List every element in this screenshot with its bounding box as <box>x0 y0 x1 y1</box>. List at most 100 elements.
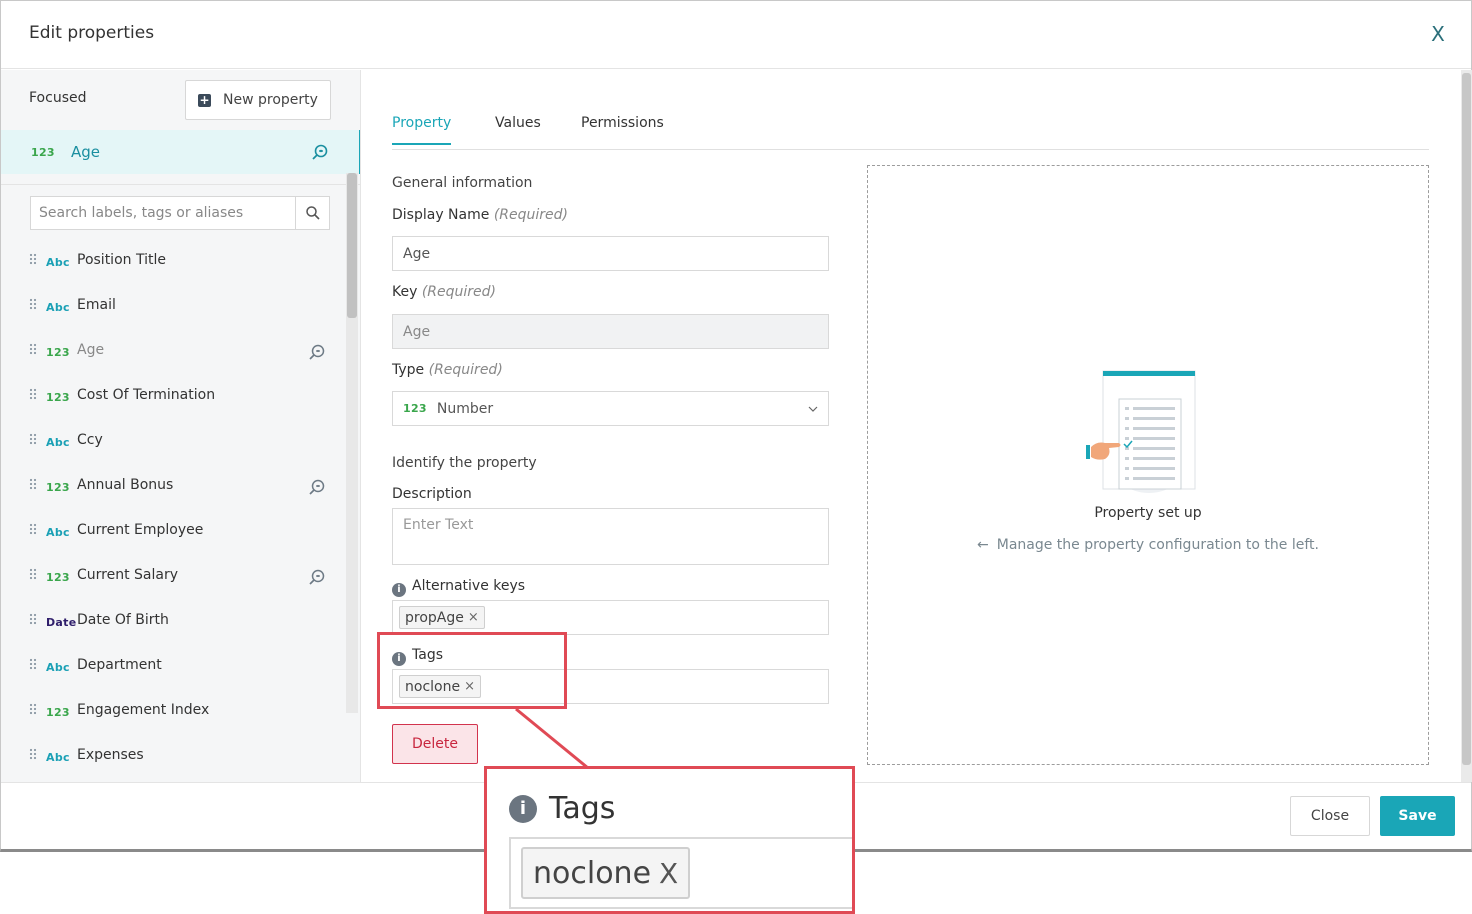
callout-tags-label-text: Tags <box>549 791 616 826</box>
alt-key-chip-label: propAge <box>405 609 464 626</box>
text-type-icon: Abc <box>46 661 70 674</box>
panel-divider <box>1 184 360 185</box>
type-value: Number <box>436 400 494 417</box>
edit-properties-modal: Edit properties X Focused + New property… <box>0 0 1472 852</box>
number-type-icon: 123 <box>46 706 70 719</box>
list-scrollbar-thumb[interactable] <box>347 173 357 318</box>
property-name: Annual Bonus <box>77 477 174 493</box>
new-property-button[interactable]: + New property <box>185 80 331 120</box>
search-button[interactable] <box>295 197 329 229</box>
description-label: Description <box>392 486 472 502</box>
drag-handle-icon[interactable] <box>29 433 37 445</box>
number-type-icon: 123 <box>46 481 70 494</box>
property-tabs: Property Values Permissions <box>392 109 1429 150</box>
callout-tags-label: i Tags <box>509 791 615 826</box>
alt-keys-label: i Alternative keys <box>392 578 525 597</box>
property-name: Engagement Index <box>77 702 210 718</box>
property-list-item[interactable]: Abc Current Employee <box>1 509 341 554</box>
display-name-label-text: Display Name <box>392 207 490 223</box>
identify-title: Identify the property <box>392 455 537 471</box>
key-input: Age <box>392 314 829 349</box>
key-label: Key (Required) <box>392 284 496 300</box>
alt-keys-label-text: Alternative keys <box>412 578 526 594</box>
key-label-text: Key <box>392 284 418 300</box>
setup-title: Property set up <box>1094 505 1202 521</box>
drag-handle-icon[interactable] <box>29 343 37 355</box>
text-type-icon: Abc <box>46 301 70 314</box>
drag-handle-icon[interactable] <box>29 748 37 760</box>
property-list-item[interactable]: Abc Position Title <box>1 239 341 284</box>
zoom-focus-icon[interactable] <box>308 568 326 586</box>
zoom-focus-icon[interactable] <box>308 343 326 361</box>
focused-property-item[interactable]: 123 Age <box>1 130 360 174</box>
callout-tag-chip-label: noclone <box>533 855 652 891</box>
alt-key-chip: propAge × <box>399 606 485 629</box>
property-list-item[interactable]: 123 Annual Bonus <box>1 464 341 509</box>
required-hint: (Required) <box>421 284 497 300</box>
arrow-left-icon: ← <box>977 537 989 553</box>
property-name: Ccy <box>77 432 103 448</box>
alt-keys-input[interactable]: propAge × <box>392 600 829 635</box>
drag-handle-icon[interactable] <box>29 253 37 265</box>
drag-handle-icon[interactable] <box>29 298 37 310</box>
delete-button[interactable]: Delete <box>392 724 478 764</box>
drag-handle-icon[interactable] <box>29 523 37 535</box>
number-type-icon: 123 <box>403 402 427 415</box>
property-list-item[interactable]: 123 Cost Of Termination <box>1 374 341 419</box>
property-list-item[interactable]: Abc Expenses <box>1 734 341 779</box>
zoom-focus-icon[interactable] <box>311 143 329 161</box>
tab-property[interactable]: Property <box>392 115 452 145</box>
description-textarea[interactable]: Enter Text <box>392 508 829 565</box>
property-name: Age <box>77 342 105 358</box>
drag-handle-icon[interactable] <box>29 703 37 715</box>
tags-highlight-box <box>377 632 567 709</box>
text-type-icon: Abc <box>46 256 70 269</box>
tab-permissions[interactable]: Permissions <box>581 115 664 143</box>
property-name: Position Title <box>77 252 166 268</box>
property-name: Date Of Birth <box>77 612 169 628</box>
property-setup-illustration <box>1086 370 1196 493</box>
modal-header: Edit properties X <box>1 1 1471 69</box>
callout-tags-field: noclone X <box>509 837 852 909</box>
drag-handle-icon[interactable] <box>29 478 37 490</box>
required-hint: (Required) <box>428 362 503 378</box>
drag-handle-icon[interactable] <box>29 568 37 580</box>
remove-chip-icon[interactable]: × <box>468 610 479 625</box>
remove-chip-icon: X <box>659 856 679 890</box>
text-type-icon: Abc <box>46 751 70 764</box>
property-list-item[interactable]: 123 Age <box>1 329 341 374</box>
tab-values[interactable]: Values <box>495 115 541 143</box>
callout-tag-chip: noclone X <box>521 847 691 899</box>
type-select[interactable]: 123 Number <box>392 391 829 426</box>
new-property-label: New property <box>223 92 318 108</box>
type-label-text: Type <box>392 362 425 378</box>
search-input[interactable] <box>31 197 296 229</box>
property-list-item[interactable]: 123 Engagement Index <box>1 689 341 734</box>
save-button[interactable]: Save <box>1380 796 1455 836</box>
close-button[interactable]: Close <box>1290 796 1370 836</box>
zoom-focus-icon[interactable] <box>308 478 326 496</box>
property-list-item[interactable]: Abc Email <box>1 284 341 329</box>
drag-handle-icon[interactable] <box>29 388 37 400</box>
info-icon: i <box>509 794 537 823</box>
property-list-item[interactable]: Date Date Of Birth <box>1 599 341 644</box>
drag-handle-icon[interactable] <box>29 613 37 625</box>
info-icon: i <box>392 583 406 597</box>
display-name-input[interactable]: Age <box>392 236 829 271</box>
property-list-panel: Focused + New property 123 Age Search la… <box>1 70 361 782</box>
form-scrollbar-thumb[interactable] <box>1462 73 1471 765</box>
drag-handle-icon[interactable] <box>29 658 37 670</box>
modal-title: Edit properties <box>29 23 155 43</box>
number-type-icon: 123 <box>46 391 70 404</box>
property-name: Email <box>77 297 116 313</box>
focused-label: Focused <box>29 90 87 106</box>
focused-property-name: Age <box>71 143 101 161</box>
property-list-item[interactable]: 123 Current Salary <box>1 554 341 599</box>
general-info-title: General information <box>392 175 533 191</box>
search-icon <box>305 206 320 220</box>
property-name: Current Employee <box>77 522 204 538</box>
property-list-item[interactable]: Abc Ccy <box>1 419 341 464</box>
property-list-item[interactable]: Abc Department <box>1 644 341 689</box>
number-type-icon: 123 <box>46 346 70 359</box>
close-icon[interactable]: X <box>1427 21 1449 47</box>
